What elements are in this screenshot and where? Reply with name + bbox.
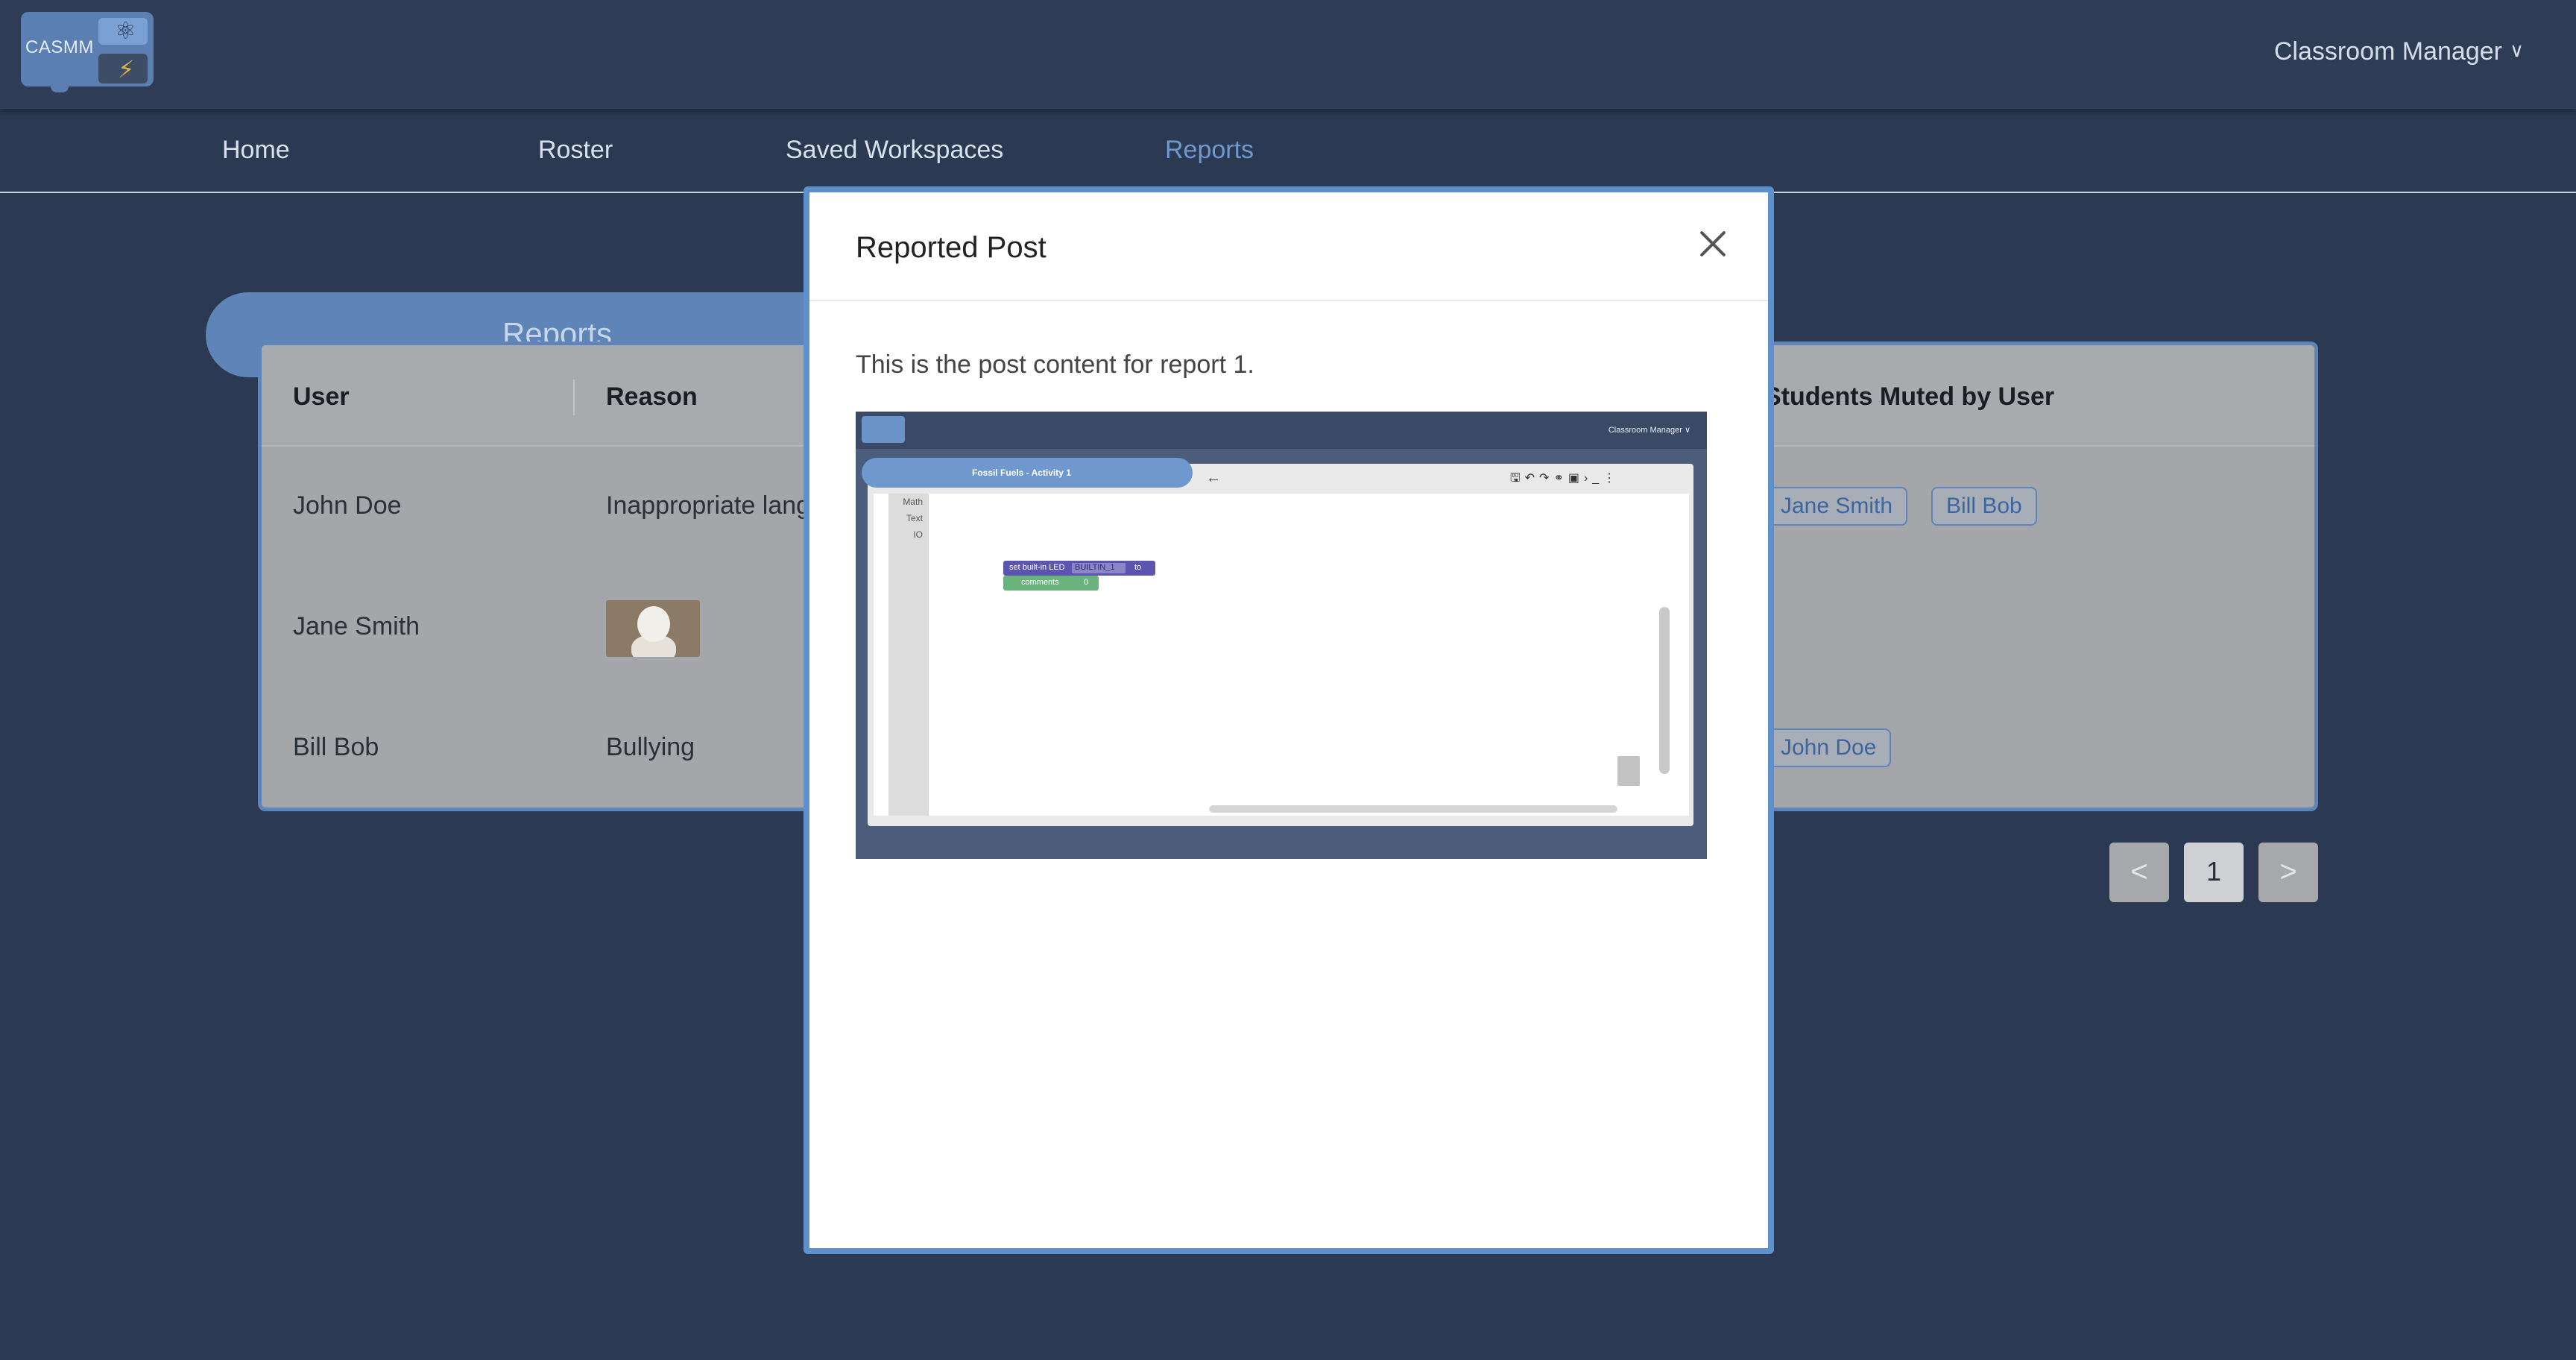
screenshot-toolbar-icons: 🖫↶↷⚭▣›_⋮ [1510,472,1620,485]
block-comments-label: comments [1021,578,1059,587]
screenshot-comments-block: comments 0 [1003,576,1099,591]
block-led-label: set built-in LED [1009,563,1065,572]
screenshot-horizontal-scrollbar [1209,805,1617,813]
screenshot-logo [862,416,905,443]
category-io: IO [913,529,923,540]
category-text: Text [906,513,923,523]
block-led-value: BUILTIN_1 [1075,563,1115,572]
screenshot-user-menu: Classroom Manager ∨ [1608,426,1690,435]
screenshot-category-sidebar: Math Text IO [888,494,929,816]
post-content: This is the post content for report 1. [856,350,1254,379]
reported-post-modal: Reported Post This is the post content f… [804,186,1774,1254]
screenshot-activity-tab: Fossil Fuels - Activity 1 [862,458,1193,488]
modal-title: Reported Post [856,231,1046,264]
category-math: Math [903,497,923,507]
close-icon[interactable] [1695,225,1731,261]
screenshot-activity-title: Fossil Fuels - Activity 1 [972,468,1071,478]
screenshot-led-block: set built-in LED BUILTIN_1 to [1003,561,1155,576]
screenshot-workspace [874,494,1689,816]
block-comments-value: 0 [1084,578,1089,587]
arrow-left-icon: ← [1206,470,1221,486]
screenshot-top-bar [856,412,1707,449]
modal-header: Reported Post [809,192,1768,301]
block-led-suffix: to [1134,563,1142,572]
screenshot-vertical-scrollbar [1659,607,1670,774]
post-screenshot: Classroom Manager ∨ Fossil Fuels - Activ… [856,412,1707,859]
trash-icon [1617,756,1640,786]
